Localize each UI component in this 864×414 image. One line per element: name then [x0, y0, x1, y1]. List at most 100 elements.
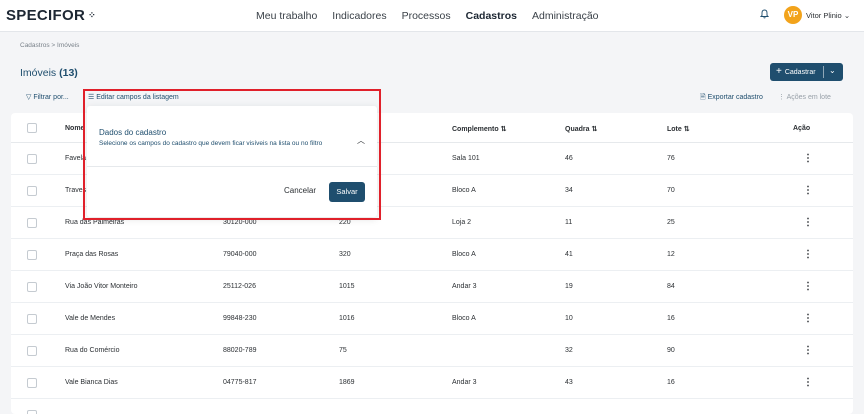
user-menu[interactable]: Vitor Plinio ⌄: [806, 11, 850, 20]
cancel-button[interactable]: Cancelar: [284, 186, 316, 195]
bell-icon[interactable]: [759, 9, 770, 22]
edit-list-icon: ☰: [88, 94, 95, 101]
col-quadra[interactable]: Quadra ⇅: [565, 125, 597, 133]
button-divider: [823, 66, 824, 78]
cadastrar-label: Cadastrar: [784, 68, 816, 76]
nav-indicadores[interactable]: Indicadores: [332, 10, 386, 22]
avatar[interactable]: VP: [784, 6, 802, 24]
row-checkbox[interactable]: [27, 346, 37, 356]
page-title: Imóveis (13): [20, 67, 78, 79]
table-row[interactable]: Vale Bianca Dias 04775-817 1869 Andar 3 …: [11, 367, 853, 399]
save-button[interactable]: Salvar: [329, 182, 365, 202]
logo-mark-icon: ⁘: [88, 10, 96, 20]
table-row[interactable]: Rua do Comércio 88020-789 75 32 90 ⋮: [11, 335, 853, 367]
panel-title: Dados do cadastro: [99, 128, 167, 137]
main-nav: Meu trabalho Indicadores Processos Cadas…: [256, 10, 599, 22]
logo[interactable]: SPECIFOR ⁘: [6, 7, 96, 24]
cell-numero: 1869: [339, 379, 355, 386]
record-count: (13): [59, 67, 78, 79]
cell-cep: 79040-000: [223, 251, 257, 258]
row-checkbox[interactable]: [27, 154, 37, 164]
cell-quadra: 46: [565, 155, 573, 162]
export-button[interactable]: 🗎 Exportar cadastro: [700, 93, 763, 104]
row-checkbox[interactable]: [27, 218, 37, 228]
row-actions-icon[interactable]: ⋮: [803, 377, 813, 388]
cell-nome: Praça das Rosas: [65, 251, 119, 258]
row-actions-icon[interactable]: ⋮: [803, 313, 813, 324]
sort-icon: ⇅: [500, 126, 507, 133]
breadcrumb: Cadastros > Imóveis: [20, 42, 80, 49]
col-acao: Ação: [793, 125, 811, 132]
cell-lote: 16: [667, 315, 675, 322]
cell-quadra: 41: [565, 251, 573, 258]
cell-quadra: 10: [565, 315, 573, 322]
row-actions-icon[interactable]: ⋮: [803, 345, 813, 356]
row-checkbox[interactable]: [27, 282, 37, 292]
row-actions-icon[interactable]: ⋮: [803, 217, 813, 228]
col-quadra-label: Quadra: [565, 126, 590, 133]
cell-cep: 88020-789: [223, 347, 257, 354]
sort-icon: ⇅: [683, 126, 690, 133]
bulk-actions-button[interactable]: ⋮ Ações em lote: [778, 93, 831, 101]
row-actions-icon[interactable]: ⋮: [803, 153, 813, 164]
col-lote[interactable]: Lote ⇅: [667, 125, 690, 133]
cell-quadra: 11: [565, 219, 573, 226]
cell-quadra: 43: [565, 379, 573, 386]
cell-lote: 84: [667, 283, 675, 290]
cell-complemento: Andar 3: [452, 283, 477, 290]
row-checkbox[interactable]: [27, 410, 37, 414]
row-actions-icon[interactable]: ⋮: [803, 249, 813, 260]
export-file-icon: 🗎: [700, 94, 706, 101]
cell-numero: 220: [339, 219, 351, 226]
more-vertical-icon: ⋮: [778, 94, 785, 101]
page-title-text: Imóveis: [20, 67, 57, 79]
bulk-label: Ações em lote: [786, 94, 831, 101]
cell-cep: 25112-026: [223, 283, 256, 290]
row-actions-icon[interactable]: ⋮: [803, 185, 813, 196]
edit-fields-panel: Dados do cadastro Selecione os campos do…: [87, 106, 377, 217]
filter-label: Filtrar por...: [33, 94, 69, 101]
cell-numero: 320: [339, 251, 351, 258]
cell-complemento: Bloco A: [452, 315, 476, 322]
cell-lote: 76: [667, 155, 675, 162]
panel-subtitle: Selecione os campos do cadastro que deve…: [99, 140, 323, 147]
cell-cep: 30120-000: [223, 219, 257, 226]
cell-nome: Vale de Mendes: [65, 315, 116, 322]
row-actions-icon[interactable]: ⋮: [803, 281, 813, 292]
cell-numero: 1015: [339, 283, 355, 290]
row-checkbox[interactable]: [27, 314, 37, 324]
col-complemento[interactable]: Complemento ⇅: [452, 125, 507, 133]
cell-complemento: Bloco A: [452, 187, 476, 194]
table-row[interactable]: Praça das Rosas 79040-000 320 Bloco A 41…: [11, 239, 853, 271]
table-row[interactable]: Vale de Mendes 99848-230 1016 Bloco A 10…: [11, 303, 853, 335]
nav-meu-trabalho[interactable]: Meu trabalho: [256, 10, 317, 22]
select-all-checkbox[interactable]: [27, 123, 37, 133]
nav-cadastros[interactable]: Cadastros: [466, 10, 517, 22]
cell-lote: 90: [667, 347, 675, 354]
cell-numero: 1016: [339, 315, 355, 322]
filter-button[interactable]: ▽ Filtrar por...: [26, 93, 69, 101]
row-checkbox[interactable]: [27, 250, 37, 260]
sort-icon: ⇅: [591, 126, 598, 133]
table-row-partial[interactable]: [11, 399, 853, 414]
nav-processos[interactable]: Processos: [402, 10, 451, 22]
cell-complemento: Andar 3: [452, 379, 477, 386]
cell-cep: 99848-230: [223, 315, 257, 322]
cell-cep: 04775-817: [223, 379, 257, 386]
chevron-down-icon: ⌄: [843, 11, 851, 20]
plus-icon: +: [776, 66, 782, 77]
table-row[interactable]: Via João Vitor Monteiro 25112-026 1015 A…: [11, 271, 853, 303]
row-checkbox[interactable]: [27, 186, 37, 196]
chevron-up-icon[interactable]: ︿: [357, 135, 365, 146]
edit-fields-button[interactable]: ☰ Editar campos da listagem: [88, 93, 179, 101]
cell-quadra: 19: [565, 283, 573, 290]
cell-quadra: 34: [565, 187, 573, 194]
cadastrar-button[interactable]: + Cadastrar ⌄: [770, 63, 843, 81]
filter-icon: ▽: [26, 94, 32, 101]
col-nome[interactable]: Nome: [65, 125, 84, 132]
chevron-down-icon[interactable]: ⌄: [829, 66, 836, 75]
nav-administracao[interactable]: Administração: [532, 10, 599, 22]
cell-nome: Rua das Palmeiras: [65, 219, 125, 226]
cell-lote: 25: [667, 219, 675, 226]
row-checkbox[interactable]: [27, 378, 37, 388]
